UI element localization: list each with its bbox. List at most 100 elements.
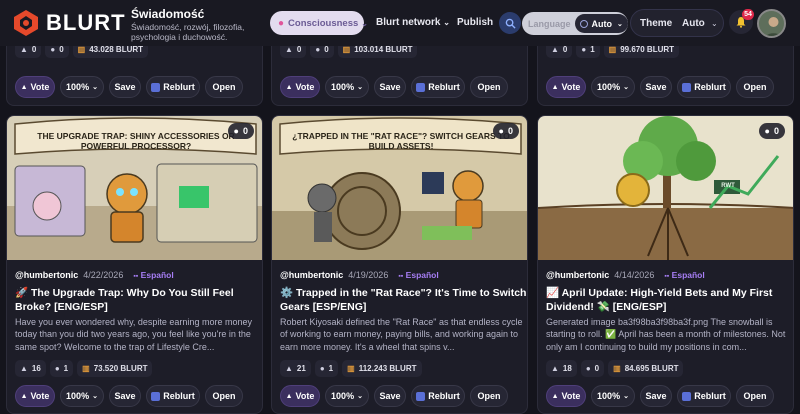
reblurt-button[interactable]: Reblurt (677, 385, 731, 407)
comment-icon: ● (233, 126, 239, 136)
brand-name: BLURT (46, 10, 126, 35)
open-button[interactable]: Open (470, 76, 508, 98)
save-button[interactable]: Save (109, 76, 141, 98)
post-author[interactable]: @humbertonic (15, 270, 78, 280)
language-dropdown[interactable]: Auto ⌄ (574, 14, 628, 33)
upvote-icon: ▲ (20, 364, 28, 373)
upvote-count[interactable]: ▲ 21 (280, 360, 311, 377)
vote-percent-select[interactable]: 100% ⌄ (591, 76, 635, 98)
upvote-count[interactable]: ▲ 18 (546, 360, 577, 377)
comment-icon: ● (585, 364, 591, 373)
post-stats: ▲ 18 ● 0 ▥ 84.695 BLURT (546, 360, 687, 377)
save-button[interactable]: Save (374, 385, 406, 407)
gift-icon: ▥ (342, 45, 351, 54)
upvote-icon: ▲ (285, 364, 293, 373)
theme-selector[interactable]: Theme Auto ⌄ (630, 9, 724, 37)
post-actions: ▲ Vote 100% ⌄ Save Reblurt Open (15, 385, 248, 407)
save-button[interactable]: Save (640, 76, 672, 98)
payout-amount: ▥ 112.243 BLURT (342, 360, 422, 377)
user-avatar[interactable] (757, 9, 786, 38)
chevron-down-icon: ⌄ (357, 84, 363, 91)
search-icon (505, 18, 516, 29)
reblurt-label: Reblurt (428, 82, 460, 92)
gift-icon: ▥ (613, 364, 621, 373)
reblurt-icon (416, 391, 426, 401)
vote-icon: ▲ (551, 392, 559, 400)
vote-button[interactable]: ▲ Vote (546, 76, 586, 98)
vote-percent-select[interactable]: 100% ⌄ (591, 385, 635, 407)
vote-button[interactable]: ▲ Vote (280, 76, 320, 98)
post-language-tag[interactable]: ▪▪ Español (133, 270, 173, 280)
post-title[interactable]: ⚙️ Trapped in the "Rat Race"? It's Time … (280, 287, 527, 314)
vote-percent-select[interactable]: 100% ⌄ (60, 76, 104, 98)
publish-link[interactable]: Publish (457, 17, 493, 28)
vote-button[interactable]: ▲ Vote (546, 385, 586, 407)
chevron-down-icon: ⌄ (711, 19, 718, 28)
language-value: Auto (591, 18, 613, 29)
vote-label: Vote (295, 391, 315, 401)
vote-label: Vote (30, 391, 50, 401)
vote-percent-select[interactable]: 100% ⌄ (325, 76, 369, 98)
blurt-network-menu[interactable]: Blurt network ⌄ (376, 17, 450, 28)
community-description: Świadomość, rozwój, filozofia, psycholog… (131, 22, 245, 42)
reblurt-button[interactable]: Reblurt (411, 385, 465, 407)
post-author[interactable]: @humbertonic (280, 270, 343, 280)
vote-percent-label: 100% (331, 82, 355, 92)
open-button[interactable]: Open (470, 385, 508, 407)
post-thumbnail[interactable]: ¿TRAPPED IN THE "RAT RACE"? SWITCH GEARS… (272, 116, 527, 260)
open-button[interactable]: Open (205, 385, 243, 407)
post-title[interactable]: 🚀 The Upgrade Trap: Why Do You Still Fee… (15, 287, 262, 314)
post-thumbnail[interactable]: THE UPGRADE TRAP: SHINY ACCESSORIES OR P… (7, 116, 262, 260)
comment-value: 1 (328, 364, 334, 373)
comment-value: 1 (590, 45, 595, 54)
post-thumbnail[interactable]: RWT ● 0 (538, 116, 793, 260)
upvote-count[interactable]: ▲ 16 (15, 360, 46, 377)
payout-value: 73.520 BLURT (93, 364, 148, 373)
blurt-logo[interactable]: BLURT (12, 9, 126, 37)
save-button[interactable]: Save (109, 385, 141, 407)
vote-percent-select[interactable]: 100% ⌄ (325, 385, 369, 407)
vote-button[interactable]: ▲ Vote (15, 385, 55, 407)
payout-value: 112.243 BLURT (358, 364, 417, 373)
post-excerpt: Robert Kiyosaki defined the "Rat Race" a… (280, 317, 523, 352)
post-image-caption: THE UPGRADE TRAP: SHINY ACCESSORIES OR P… (37, 131, 235, 151)
comment-count-badge: ● 0 (227, 123, 254, 139)
open-button[interactable]: Open (736, 385, 774, 407)
post-actions: ▲ Vote 100% ⌄ Save Reblurt Open (546, 385, 779, 407)
vote-icon: ▲ (285, 83, 293, 91)
reblurt-button[interactable]: Reblurt (677, 76, 731, 98)
comment-count-badge: ● 0 (758, 123, 785, 139)
save-button[interactable]: Save (374, 76, 406, 98)
comment-count[interactable]: ● 0 (580, 360, 605, 377)
reblurt-button[interactable]: Reblurt (411, 76, 465, 98)
upvote-value: 18 (562, 364, 572, 373)
post-author[interactable]: @humbertonic (546, 270, 609, 280)
chevron-down-icon: ⌄ (92, 84, 98, 91)
comment-count[interactable]: ● 1 (49, 360, 74, 377)
vote-button[interactable]: ▲ Vote (15, 76, 55, 98)
reblurt-button[interactable]: Reblurt (146, 385, 200, 407)
post-language-tag[interactable]: ▪▪ Español (664, 270, 704, 280)
post-actions: ▲ Vote 100% ⌄ Save Reblurt Open (546, 76, 779, 98)
open-button[interactable]: Open (736, 76, 774, 98)
language-value: Español (405, 270, 439, 280)
community-selector[interactable]: ● Consciousness ⌄ (270, 11, 368, 35)
reblurt-label: Reblurt (694, 391, 726, 401)
reblurt-button[interactable]: Reblurt (146, 76, 200, 98)
vote-percent-select[interactable]: 100% ⌄ (60, 385, 104, 407)
vote-label: Vote (30, 82, 50, 92)
open-button[interactable]: Open (205, 76, 243, 98)
search-button[interactable] (499, 12, 521, 34)
language-icon: ▪▪ (664, 273, 670, 280)
blurt-logo-icon (14, 10, 38, 36)
comment-count[interactable]: ● 1 (314, 360, 339, 377)
post-actions: ▲ Vote 100% ⌄ Save Reblurt Open (280, 385, 513, 407)
save-button[interactable]: Save (640, 385, 672, 407)
top-bar: BLURT Świadomość Świadomość, rozwój, fil… (0, 0, 800, 46)
vote-button[interactable]: ▲ Vote (280, 385, 320, 407)
upvote-icon: ▲ (551, 45, 559, 54)
post-title[interactable]: 📈 April Update: High-Yield Bets and My F… (546, 287, 793, 314)
upvote-value: 0 (562, 45, 568, 54)
post-meta: @humbertonic 4/22/2026 ▪▪ Español (15, 270, 174, 280)
post-language-tag[interactable]: ▪▪ Español (398, 270, 438, 280)
